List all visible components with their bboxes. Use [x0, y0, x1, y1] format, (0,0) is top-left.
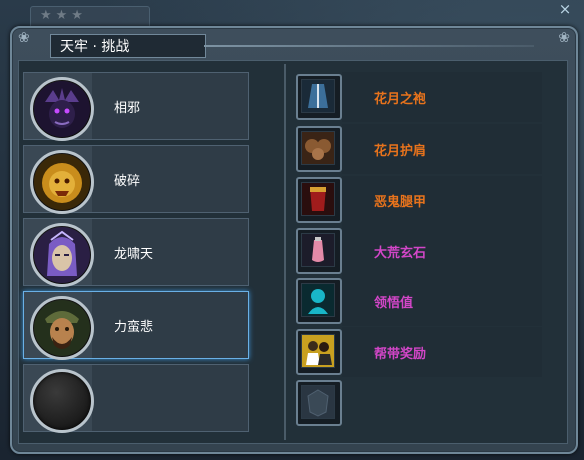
- reward-row-bg: [342, 124, 542, 174]
- purple-warrior-icon: [30, 223, 94, 287]
- reward-slot[interactable]: [296, 329, 342, 375]
- bearded-warrior-icon: [30, 296, 94, 360]
- reward-label: 花月护肩: [374, 144, 427, 159]
- hero-name: 相邪: [114, 101, 141, 116]
- empty-slot-icon: [30, 369, 94, 433]
- reward-slot[interactable]: [296, 126, 342, 172]
- reward-label: 领悟值: [374, 296, 414, 311]
- reward-slot[interactable]: [296, 74, 342, 120]
- panel-title: 天牢 · 挑战: [60, 39, 130, 55]
- close-button[interactable]: ×: [554, 0, 576, 18]
- reward-label: 恶鬼腿甲: [374, 195, 427, 210]
- title-divider: [204, 45, 534, 47]
- reward-label: 帮带奖励: [374, 347, 427, 362]
- hero-row[interactable]: 龙啸天: [23, 218, 249, 287]
- leg-armor-icon: [301, 182, 335, 216]
- hero-row[interactable]: 破碎: [23, 145, 249, 214]
- column-divider: [284, 64, 286, 440]
- hero-name: 破碎: [114, 174, 141, 189]
- hero-name: 力蛮悲: [114, 320, 154, 335]
- demon-lord-icon: [30, 77, 94, 141]
- robe-icon: [301, 79, 335, 113]
- hero-row-selected[interactable]: 力蛮悲: [23, 291, 249, 360]
- empty-reward-slot-icon: [301, 385, 335, 419]
- reward-row-bg: [342, 327, 542, 377]
- reward-slot-empty[interactable]: [296, 380, 342, 426]
- guild-reward-icon: [301, 334, 335, 368]
- reward-slot[interactable]: [296, 228, 342, 274]
- corner-ornament-icon: ❀: [558, 30, 570, 46]
- golden-lion-icon: [30, 150, 94, 214]
- reward-row-bg: [342, 72, 542, 122]
- hero-row[interactable]: 相邪: [23, 72, 249, 141]
- gem-bottle-icon: [301, 233, 335, 267]
- reward-row-bg: [342, 176, 542, 226]
- shoulder-guard-icon: [301, 131, 335, 165]
- hero-name: 龙啸天: [114, 247, 154, 262]
- reward-row-bg: [342, 226, 542, 276]
- reward-row-bg: [342, 276, 542, 326]
- star-rating: ★★★: [40, 8, 87, 23]
- reward-slot[interactable]: [296, 278, 342, 324]
- reward-label: 花月之袍: [374, 92, 427, 107]
- corner-ornament-icon: ❀: [18, 30, 30, 46]
- insight-icon: [301, 283, 335, 317]
- reward-slot[interactable]: [296, 177, 342, 223]
- reward-label: 大荒玄石: [374, 246, 427, 261]
- hero-row-empty[interactable]: [23, 364, 249, 433]
